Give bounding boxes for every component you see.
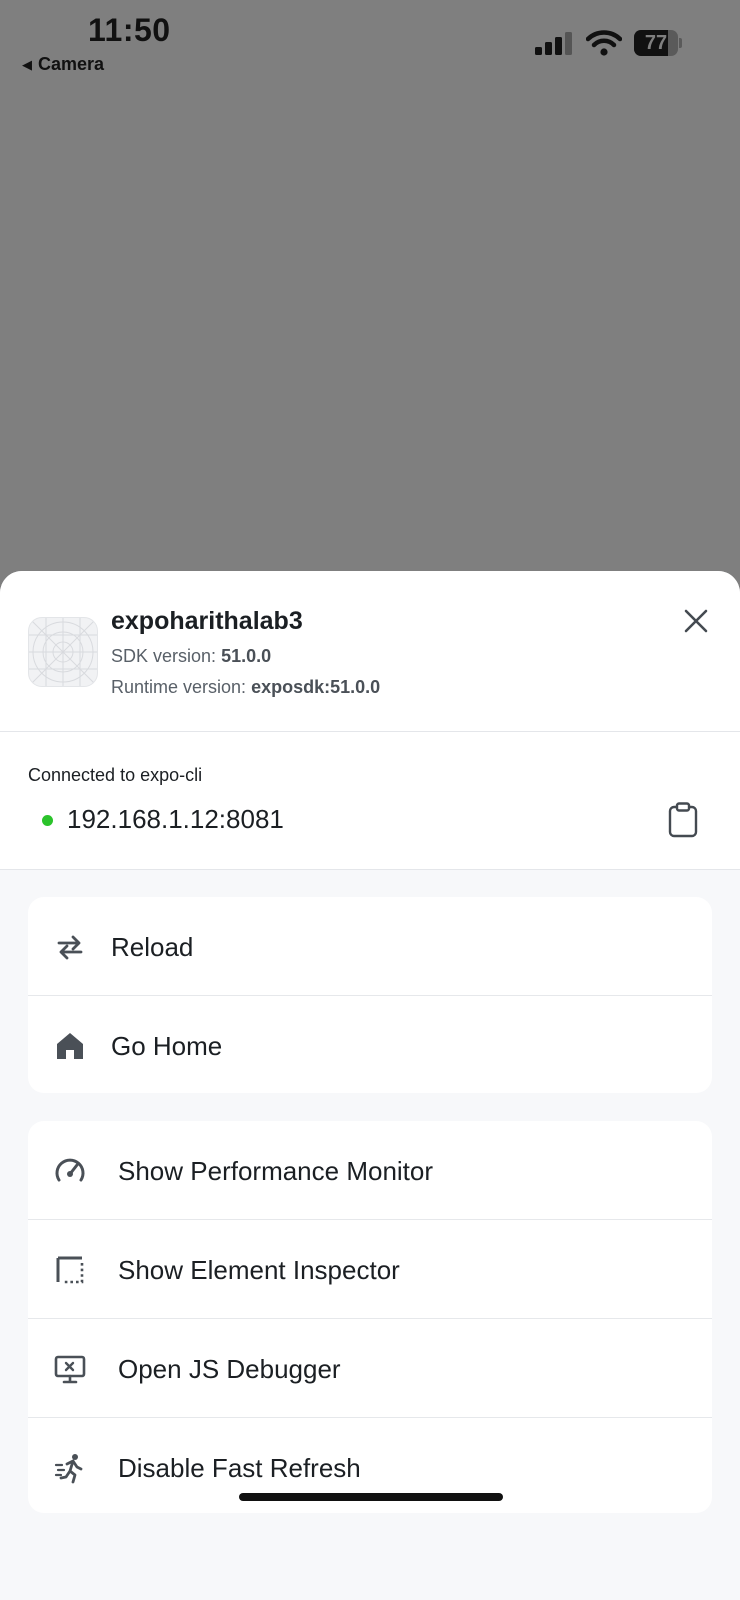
sdk-version-label: SDK version: <box>111 646 217 666</box>
reload-button[interactable]: Reload <box>28 897 712 996</box>
back-label: Camera <box>38 54 105 74</box>
fast-refresh-label: Disable Fast Refresh <box>118 1453 361 1483</box>
signal-icon <box>535 32 572 55</box>
speedometer-icon <box>55 1158 85 1182</box>
inspector-icon <box>56 1256 84 1284</box>
connection-section: Connected to expo-cli 192.168.1.12:8081 <box>0 732 740 870</box>
go-home-button[interactable]: Go Home <box>28 996 712 1093</box>
open-js-debugger-button[interactable]: Open JS Debugger <box>28 1319 712 1418</box>
back-arrow-icon: ◀ <box>22 56 32 72</box>
tools-card: Show Performance Monitor Show Element In… <box>28 1121 712 1513</box>
runtime-version-label: Runtime version: <box>111 677 247 697</box>
wifi-icon <box>586 30 622 56</box>
home-icon <box>57 1033 83 1059</box>
app-name: expoharithalab3 <box>111 607 303 635</box>
runtime-version: Runtime version: exposdk:51.0.0 <box>111 677 380 698</box>
connection-label: Connected to expo-cli <box>28 765 203 785</box>
battery-level: 77 <box>644 32 668 54</box>
home-indicator[interactable] <box>239 1493 503 1501</box>
status-icons: 77 <box>534 30 682 56</box>
copy-url-button[interactable] <box>668 802 698 838</box>
element-inspector-label: Show Element Inspector <box>118 1255 400 1285</box>
debugger-icon <box>54 1355 86 1384</box>
run-icon <box>54 1454 83 1484</box>
primary-actions-card: Reload Go Home <box>28 897 712 1093</box>
battery-icon: 77 <box>634 30 682 56</box>
app-info-header: expoharithalab3 SDK version: 51.0.0 Runt… <box>0 571 740 732</box>
reload-label: Reload <box>111 932 194 962</box>
sdk-version-value: 51.0.0 <box>221 646 272 666</box>
back-to-camera-link[interactable]: ◀ Camera <box>22 54 104 75</box>
clipboard-icon <box>668 802 698 838</box>
show-performance-monitor-button[interactable]: Show Performance Monitor <box>28 1121 712 1220</box>
connection-url: 192.168.1.12:8081 <box>67 804 284 834</box>
sdk-version: SDK version: 51.0.0 <box>111 646 271 667</box>
close-button[interactable] <box>676 601 716 641</box>
go-home-label: Go Home <box>111 1031 223 1061</box>
reload-icon <box>57 935 83 960</box>
runtime-version-value: exposdk:51.0.0 <box>251 677 381 697</box>
status-time: 11:50 <box>88 12 171 48</box>
app-icon <box>28 617 98 687</box>
dev-menu-sheet: expoharithalab3 SDK version: 51.0.0 Runt… <box>0 571 740 1600</box>
performance-monitor-label: Show Performance Monitor <box>118 1156 434 1186</box>
js-debugger-label: Open JS Debugger <box>118 1354 341 1384</box>
show-element-inspector-button[interactable]: Show Element Inspector <box>28 1220 712 1319</box>
close-icon <box>684 609 708 633</box>
connection-status-dot <box>42 815 53 826</box>
